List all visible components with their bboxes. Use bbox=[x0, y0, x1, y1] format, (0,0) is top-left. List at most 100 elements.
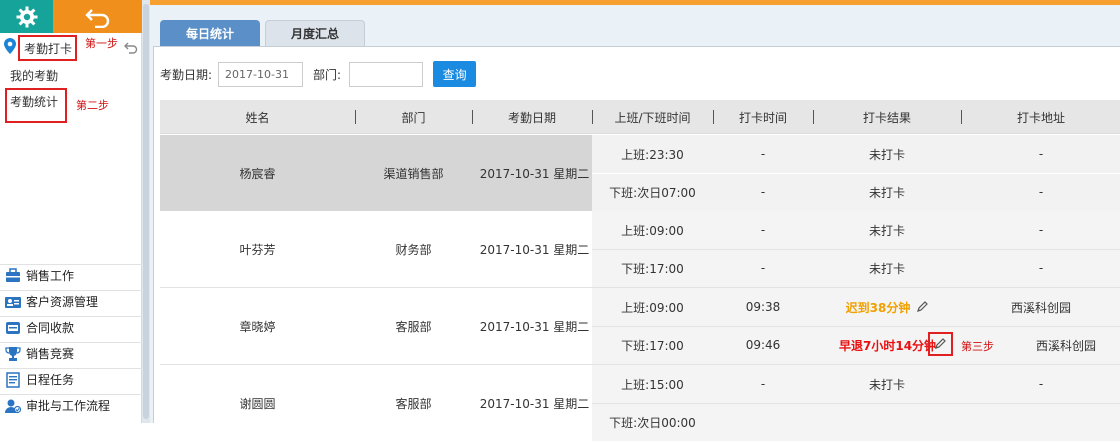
step1-annotation: 第一步 bbox=[85, 37, 118, 50]
menu-label: 审批与工作流程 bbox=[26, 399, 111, 413]
date-filter-label: 考勤日期: bbox=[160, 67, 213, 82]
table-row-group[interactable]: 杨宸睿 渠道销售部 2017-10-31 星期二 上班:23:30 - 未打卡 … bbox=[160, 135, 1120, 211]
result-early-text: 早退7小时14分钟 bbox=[839, 338, 937, 353]
cell-address: - bbox=[1038, 147, 1044, 161]
cell-result-late: 迟到38分钟 bbox=[813, 288, 961, 326]
column-header-dept: 部门 bbox=[401, 110, 426, 125]
cell-shift: 上班:09:00 bbox=[621, 300, 684, 315]
cell-result: 未打卡 bbox=[868, 223, 905, 238]
cell-dept: 客服部 bbox=[395, 396, 432, 411]
cell-date: 2017-10-31 星期二 bbox=[479, 242, 590, 257]
cell-result: 未打卡 bbox=[868, 185, 905, 200]
sidebar-item-my-attendance[interactable]: 我的考勤 bbox=[10, 67, 152, 84]
cell-address: - bbox=[1038, 261, 1044, 275]
sidebar-menu-customer[interactable]: 客户资源管理 bbox=[0, 290, 142, 312]
column-header-result: 打卡结果 bbox=[862, 110, 911, 125]
sidebar-item-attendance-checkin[interactable]: 考勤打卡 bbox=[24, 40, 79, 57]
cell-address: 西溪科创园 bbox=[1035, 338, 1096, 353]
cell-date: 2017-10-31 星期二 bbox=[479, 396, 590, 411]
step3-annotation: 第三步 bbox=[961, 340, 994, 353]
trophy-icon bbox=[5, 346, 21, 362]
schedule-icon bbox=[5, 371, 21, 388]
cell-shift: 上班:09:00 bbox=[621, 223, 684, 238]
sidebar-menu-approval[interactable]: 审批与工作流程 bbox=[0, 394, 142, 416]
top-accent-bar bbox=[150, 0, 1120, 5]
sidebar-item-label: 考勤打卡 bbox=[24, 42, 73, 56]
cell-result: 未打卡 bbox=[868, 377, 905, 392]
cell-punch-time: - bbox=[760, 147, 766, 161]
date-filter-input[interactable]: 2017-10-31 bbox=[218, 61, 304, 87]
menu-label: 销售工作 bbox=[26, 269, 75, 283]
sidebar-scrollbar-thumb[interactable] bbox=[143, 4, 149, 419]
cell-dept: 渠道销售部 bbox=[383, 166, 444, 181]
menu-label: 客户资源管理 bbox=[26, 295, 99, 309]
table-row-group[interactable]: 章晓婷 客服部 2017-10-31 星期二 上班:09:00 09:38 迟到… bbox=[160, 288, 1120, 365]
cell-address: - bbox=[1038, 185, 1044, 199]
table-row-group[interactable]: 叶芬芳 财务部 2017-10-31 星期二 上班:09:00 - 未打卡 - … bbox=[160, 211, 1120, 288]
cell-date: 2017-10-31 星期二 bbox=[479, 319, 590, 334]
dept-filter-label: 部门: bbox=[313, 67, 342, 82]
cell-punch-time: - bbox=[760, 185, 766, 199]
contract-icon bbox=[5, 320, 21, 336]
undo-arrow-icon bbox=[84, 8, 109, 28]
cell-punch-time: - bbox=[760, 377, 766, 391]
settings-button[interactable] bbox=[0, 0, 53, 33]
sidebar-menu-contract[interactable]: 合同收款 bbox=[0, 316, 142, 338]
undo-small-icon[interactable] bbox=[124, 42, 139, 54]
sales-work-icon bbox=[5, 267, 21, 284]
cell-result: 未打卡 bbox=[868, 261, 905, 276]
cell-name: 谢圆圆 bbox=[239, 396, 276, 411]
table-header: 姓名 部门 考勤日期 上班/下班时间 打卡时间 打卡结果 打卡地址 bbox=[160, 100, 1120, 134]
sidebar-item-attendance-stats[interactable]: 考勤统计 bbox=[10, 93, 65, 110]
sidebar-menu-sales-contest[interactable]: 销售竞赛 bbox=[0, 342, 142, 364]
filter-bar: 考勤日期: 2017-10-31 部门: 查询 bbox=[160, 61, 477, 87]
cell-date: 2017-10-31 星期二 bbox=[479, 166, 590, 181]
approval-icon bbox=[5, 398, 21, 414]
cell-punch-time: - bbox=[760, 261, 766, 275]
cell-name: 叶芬芳 bbox=[239, 242, 276, 257]
content-panel: 考勤日期: 2017-10-31 部门: 查询 姓名 部门 考勤日期 上班/下班… bbox=[153, 46, 1120, 441]
cell-shift: 下班:17:00 bbox=[621, 338, 684, 353]
cell-punch-time: 09:38 bbox=[745, 300, 781, 314]
cell-punch-time: - bbox=[760, 223, 766, 237]
sidebar: 考勤打卡 第一步 我的考勤 考勤统计 第二步 销售工作 客户资源管理 合同收款 … bbox=[0, 0, 142, 423]
column-header-name: 姓名 bbox=[245, 110, 270, 125]
cell-shift: 下班:次日07:00 bbox=[609, 185, 696, 200]
step2-annotation: 第二步 bbox=[76, 99, 109, 112]
cell-address: - bbox=[1038, 377, 1044, 391]
cell-result: 未打卡 bbox=[868, 147, 905, 162]
menu-label: 合同收款 bbox=[26, 321, 75, 335]
cell-shift: 下班:17:00 bbox=[621, 261, 684, 276]
sidebar-menu-schedule[interactable]: 日程任务 bbox=[0, 368, 142, 390]
tab-monthly-summary[interactable]: 月度汇总 bbox=[265, 20, 365, 46]
dept-filter-input[interactable] bbox=[349, 61, 424, 87]
gear-icon bbox=[16, 6, 37, 27]
cell-dept: 财务部 bbox=[395, 242, 432, 257]
cell-dept: 客服部 bbox=[395, 319, 432, 334]
back-button[interactable] bbox=[53, 0, 142, 33]
menu-label: 日程任务 bbox=[26, 373, 75, 387]
cell-shift: 上班:15:00 bbox=[621, 377, 684, 392]
column-header-date: 考勤日期 bbox=[507, 110, 556, 125]
query-button[interactable]: 查询 bbox=[433, 61, 477, 87]
column-header-address: 打卡地址 bbox=[1016, 110, 1065, 125]
result-late-text: 迟到38分钟 bbox=[845, 300, 911, 315]
table-row-group[interactable]: 谢圆圆 客服部 2017-10-31 星期二 上班:15:00 - 未打卡 - … bbox=[160, 365, 1120, 441]
menu-label: 销售竞赛 bbox=[26, 347, 75, 361]
column-header-punch-time: 打卡时间 bbox=[738, 110, 787, 125]
pencil-edit-icon[interactable] bbox=[916, 301, 929, 313]
cell-address: 西溪科创园 bbox=[1010, 300, 1071, 315]
sidebar-top-buttons bbox=[0, 0, 142, 33]
main-area: 每日统计 月度汇总 考勤日期: 2017-10-31 部门: 查询 姓名 部门 … bbox=[150, 0, 1120, 441]
location-pin-icon bbox=[4, 38, 16, 54]
sidebar-menu-sales-work[interactable]: 销售工作 bbox=[0, 264, 142, 286]
cell-punch-time: 09:46 bbox=[745, 338, 781, 352]
tab-daily-stats[interactable]: 每日统计 bbox=[160, 20, 260, 46]
customer-icon bbox=[5, 294, 21, 310]
cell-name: 杨宸睿 bbox=[239, 166, 276, 181]
pencil-edit-icon[interactable] bbox=[934, 338, 946, 350]
cell-shift: 上班:23:30 bbox=[621, 147, 684, 162]
cell-shift: 下班:次日00:00 bbox=[609, 415, 696, 430]
cell-address: - bbox=[1038, 223, 1044, 237]
column-header-shift: 上班/下班时间 bbox=[614, 110, 691, 125]
